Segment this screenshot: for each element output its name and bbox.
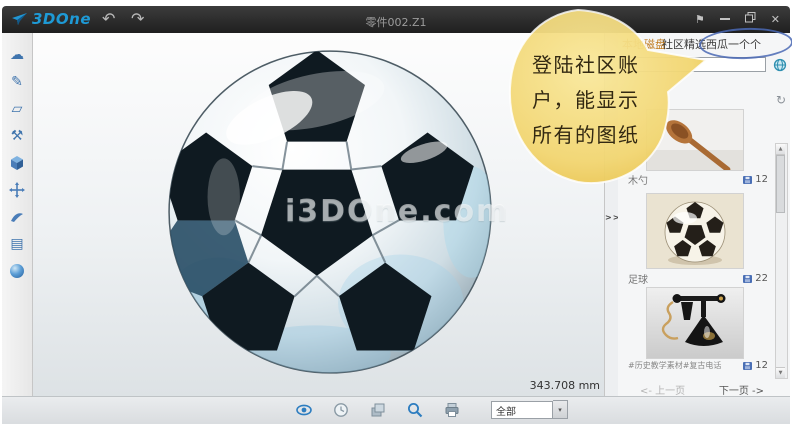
filter-value: 全部	[491, 401, 553, 419]
restore-icon	[745, 12, 756, 23]
search-input[interactable]	[622, 57, 766, 72]
swoosh-special-icon[interactable]	[2, 203, 32, 230]
scrollbar-thumb[interactable]	[776, 155, 785, 213]
panel-tabs: 本地磁盘 社区精选 西瓜一个个	[618, 36, 790, 52]
chevron-down-icon: ▾	[553, 400, 568, 419]
restore-button[interactable]	[745, 12, 756, 27]
disk-icon	[743, 362, 752, 370]
layers-icon[interactable]	[370, 402, 386, 418]
view-toolbar: 全部 ▾	[296, 400, 568, 419]
library-item-caption: 足球 22	[628, 271, 768, 286]
printer-icon[interactable]	[444, 402, 460, 418]
visibility-eye-icon[interactable]	[296, 404, 312, 416]
download-count: 22	[743, 273, 768, 284]
cloud-icon[interactable]: ☁	[2, 41, 32, 68]
library-panel: 本地磁盘 社区精选 西瓜一个个 ↻	[618, 33, 790, 396]
disk-icon	[743, 275, 752, 283]
disk-icon	[743, 176, 752, 184]
hammer-tool-icon[interactable]: ⚒	[2, 122, 32, 149]
tab-username[interactable]: 西瓜一个个	[706, 36, 761, 52]
library-item-caption: #历史教学素材#复古电话 12	[628, 360, 768, 371]
tab-community-featured[interactable]: 社区精选	[662, 36, 706, 52]
dimension-readout: 343.708 mm	[500, 379, 600, 392]
item-label[interactable]: 木勺	[628, 172, 648, 187]
feedback-flag-icon[interactable]: ⚑	[695, 13, 705, 27]
refresh-icon[interactable]: ↻	[776, 93, 786, 107]
library-item-thumbnail[interactable]	[646, 287, 744, 359]
prev-page-button[interactable]: <- 上一页	[640, 382, 685, 397]
download-count: 12	[743, 174, 768, 185]
clock-icon[interactable]	[333, 402, 349, 418]
panel-splitter[interactable]: >>	[604, 33, 619, 396]
panel-expander-button[interactable]: >>	[605, 213, 618, 222]
title-bar: 3DOne ↶ ↷ 零件002.Z1 ⚑ ✕	[2, 6, 790, 34]
next-page-button[interactable]: 下一页 ->	[719, 382, 764, 397]
download-count: 12	[743, 360, 768, 371]
window-controls: ⚑ ✕	[695, 12, 780, 27]
library-item-thumbnail[interactable]	[646, 193, 744, 269]
cube-feature-icon[interactable]	[2, 149, 32, 176]
search-globe-icon[interactable]	[773, 57, 787, 76]
zoom-magnifier-icon[interactable]	[407, 402, 423, 418]
sketch-pen-icon[interactable]: ✎	[2, 68, 32, 95]
move-transform-icon[interactable]	[2, 176, 32, 203]
close-button[interactable]: ✕	[771, 13, 780, 27]
scroll-up-button[interactable]: ▲	[776, 144, 785, 155]
library-item-caption: 木勺 12	[628, 172, 768, 187]
minimize-button[interactable]	[720, 13, 730, 27]
material-sphere-icon[interactable]	[2, 257, 32, 284]
stacked-lines-icon[interactable]: ▤	[2, 230, 32, 257]
app-window: 3DOne ↶ ↷ 零件002.Z1 ⚑ ✕ ☁ ✎ ▱ ⚒	[0, 0, 792, 424]
tab-local-disk[interactable]: 本地磁盘	[622, 36, 666, 52]
library-item-thumbnail[interactable]	[646, 109, 744, 171]
panel-scrollbar[interactable]: ▲ ▼	[775, 143, 788, 379]
soccer-ball-model[interactable]	[163, 45, 497, 379]
sketch-plane-icon[interactable]: ▱	[2, 95, 32, 122]
item-label[interactable]: #历史教学素材#复古电话	[628, 360, 721, 371]
scroll-down-button[interactable]: ▼	[776, 367, 785, 378]
document-title: 零件002.Z1	[2, 14, 790, 30]
filter-dropdown[interactable]: 全部 ▾	[491, 400, 568, 419]
item-label[interactable]: 足球	[628, 271, 648, 286]
left-toolbar: ☁ ✎ ▱ ⚒ ▤	[2, 33, 33, 396]
